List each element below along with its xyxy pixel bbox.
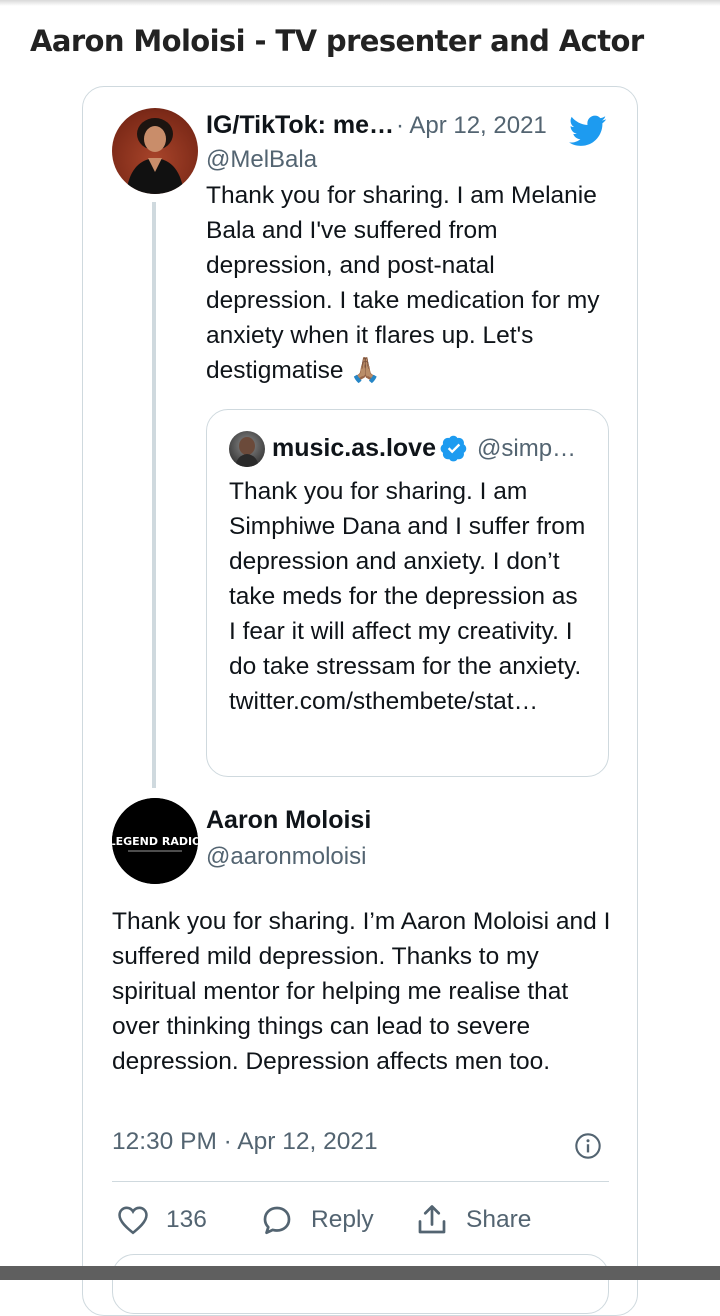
tweet-timestamp[interactable]: 12:30 PM · Apr 12, 2021 <box>112 1128 378 1156</box>
heart-icon <box>118 1206 148 1235</box>
like-button[interactable]: 136 <box>116 1200 207 1240</box>
quoted-tweet-link[interactable]: twitter.com/sthembete/stat… <box>229 688 538 715</box>
quoted-tweet-author-name: music.as.love <box>272 434 436 462</box>
quoted-tweet-text: Thank you for sharing. I am Simphiwe Dan… <box>229 474 589 719</box>
like-count: 136 <box>166 1206 207 1233</box>
avatar-melbala[interactable] <box>112 108 198 194</box>
legend-radio-logo: LEGEND RADIO <box>112 798 198 884</box>
folded-hands-emoji: 🙏🏽 <box>350 357 381 384</box>
page-title: Aaron Moloisi - TV presenter and Actor <box>30 24 644 58</box>
reply-button[interactable]: Reply <box>259 1200 374 1240</box>
main-tweet-text: Thank you for sharing. I’m Aaron Moloisi… <box>112 908 611 1075</box>
info-icon[interactable] <box>574 1132 602 1160</box>
twitter-bird-icon[interactable] <box>566 112 610 150</box>
parent-tweet-text: Thank you for sharing. I am Melanie Bala… <box>206 178 606 388</box>
legend-radio-logo-text: LEGEND RADIO <box>112 835 198 848</box>
thread-connector-line <box>152 202 156 788</box>
read-more-card[interactable] <box>112 1254 609 1314</box>
quoted-tweet-body: Thank you for sharing. I am Simphiwe Dan… <box>229 478 586 680</box>
parent-tweet-author-name[interactable]: IG/TikTok: me… <box>206 111 394 140</box>
verified-badge-icon <box>440 435 467 462</box>
quoted-tweet-handle: @simp… <box>477 435 577 462</box>
main-tweet-author-name[interactable]: Aaron Moloisi <box>206 806 371 835</box>
avatar-music-as-love <box>229 431 265 467</box>
actions-divider <box>112 1181 609 1182</box>
reply-label: Reply <box>311 1206 374 1233</box>
parent-tweet-body: Thank you for sharing. I am Melanie Bala… <box>206 182 600 384</box>
share-button[interactable]: Share <box>414 1200 531 1240</box>
share-label: Share <box>466 1206 532 1233</box>
parent-tweet-handle[interactable]: @MelBala <box>206 146 317 174</box>
avatar-aaronmoloisi[interactable]: LEGEND RADIO <box>112 798 198 884</box>
top-shadow <box>0 0 720 6</box>
share-arrow-icon <box>418 1205 446 1234</box>
main-tweet-handle[interactable]: @aaronmoloisi <box>206 843 366 871</box>
system-navigation-bar <box>0 1266 720 1280</box>
speech-bubble-icon <box>263 1206 291 1235</box>
parent-tweet-date[interactable]: · Apr 12, 2021 <box>396 112 547 140</box>
